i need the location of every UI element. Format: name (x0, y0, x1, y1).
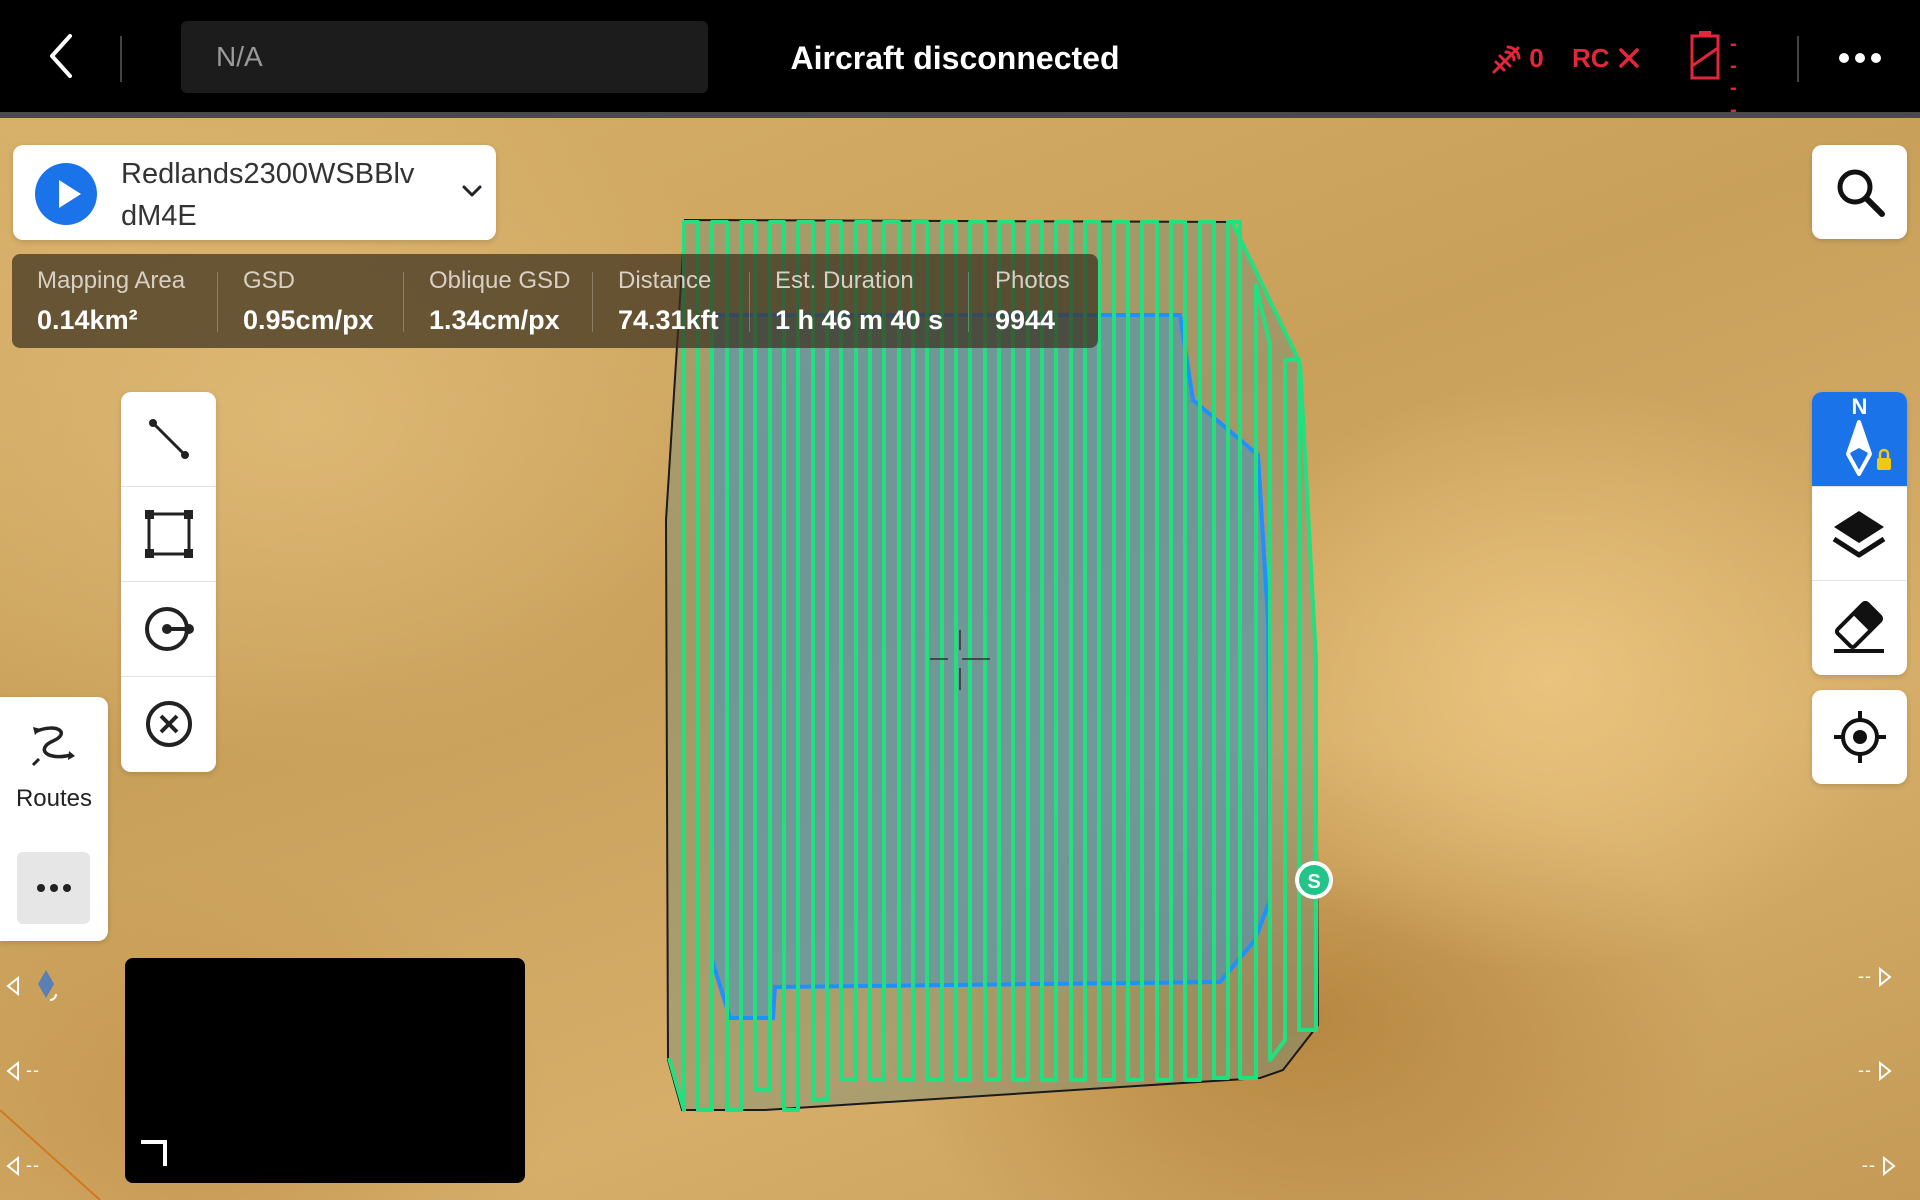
route-selector-card[interactable]: Redlands2300WSBBlv dM4E (13, 145, 496, 240)
line-tool-button[interactable] (121, 392, 216, 486)
clear-icon (145, 701, 192, 747)
edge-value: -- (1862, 1155, 1876, 1175)
back-button[interactable] (40, 30, 84, 82)
stat-oblique-gsd: Oblique GSD 1.34cm/px (429, 264, 570, 342)
stat-label: Distance (618, 267, 712, 294)
compass-north-lock-button[interactable]: N (1812, 392, 1907, 486)
chevron-down-icon (462, 185, 482, 197)
edge-value: -- (26, 1155, 41, 1175)
left-edge-indicator: -- (6, 1060, 41, 1082)
location-search-field[interactable]: N/A (181, 21, 708, 93)
left-edge-indicator (6, 966, 66, 1006)
stat-photos: Photos 9944 (995, 264, 1070, 342)
line-tool-icon (148, 419, 189, 459)
right-edge-indicator: -- (1858, 1060, 1892, 1082)
caret-right-icon (1883, 1156, 1896, 1177)
camera-preview[interactable] (125, 958, 525, 1183)
stat-value: 9944 (995, 305, 1056, 335)
play-route-button[interactable] (35, 163, 97, 225)
stat-value: 1.34cm/px (429, 305, 560, 335)
edge-value: -- (1858, 966, 1872, 986)
area-tool-button[interactable] (121, 487, 216, 581)
point-tool-icon (144, 607, 194, 651)
back-arrow-icon (50, 34, 72, 78)
routes-button[interactable]: Routes (0, 697, 108, 827)
routes-icon (31, 726, 75, 767)
divider (120, 36, 122, 82)
caret-right-icon (1879, 1061, 1892, 1082)
area-tool-icon (144, 510, 193, 558)
more-menu-button[interactable] (1838, 40, 1882, 76)
map-controls-panel: N (1812, 392, 1907, 675)
play-icon (59, 180, 81, 208)
drawing-tools-panel (121, 392, 216, 772)
right-edge-indicator: -- (1858, 966, 1892, 988)
stat-label: Photos (995, 267, 1070, 294)
search-icon (1837, 169, 1885, 217)
stat-label: Mapping Area (37, 267, 186, 294)
stat-est-duration: Est. Duration 1 h 46 m 40 s (775, 264, 943, 342)
locate-icon (1833, 711, 1886, 763)
clear-button[interactable] (121, 677, 216, 771)
layers-icon (1832, 511, 1886, 558)
edge-value: -- (26, 1060, 41, 1080)
aircraft-marker-icon (38, 970, 58, 1001)
stat-value: 74.31kft (618, 305, 719, 335)
caret-left-icon (6, 1156, 19, 1177)
divider (749, 272, 750, 332)
battery-level-secondary: -- (1730, 55, 1739, 121)
divider (592, 272, 593, 332)
stat-value: 0.14km² (37, 305, 138, 335)
more-horizontal-icon (37, 884, 71, 892)
rc-disconnected-icon (1619, 48, 1639, 68)
stat-mapping-area: Mapping Area 0.14km² (37, 264, 185, 342)
route-name: Redlands2300WSBBlv dM4E (121, 158, 415, 232)
map-layers-button[interactable] (1812, 487, 1907, 581)
routes-label: Routes (15, 785, 93, 812)
routes-panel: Routes (0, 697, 108, 941)
eraser-icon (1834, 600, 1884, 653)
divider (1812, 486, 1907, 487)
search-button[interactable] (1812, 145, 1907, 239)
eraser-button[interactable] (1812, 581, 1907, 675)
battery-icon (1690, 31, 1720, 80)
start-point-label: S (1307, 871, 1320, 893)
left-edge-indicator: -- (6, 1155, 41, 1177)
locate-button[interactable] (1812, 690, 1907, 784)
point-tool-button[interactable] (121, 582, 216, 676)
divider (968, 272, 969, 332)
rc-label: RC (1572, 43, 1610, 73)
expand-corner-icon (141, 1140, 167, 1166)
stat-gsd: GSD 0.95cm/px (243, 264, 374, 342)
edge-value: -- (1858, 1060, 1872, 1080)
right-edge-indicator: -- (1862, 1155, 1896, 1177)
stat-label: GSD (243, 267, 296, 294)
routes-more-button[interactable] (17, 852, 90, 924)
compass-north-label: N (1851, 394, 1868, 419)
divider (1797, 36, 1799, 82)
caret-left-icon (6, 975, 19, 997)
satellite-off-icon (1492, 45, 1521, 74)
stat-label: Oblique GSD (429, 267, 571, 294)
top-bar: N/A Aircraft disconnected 0 RC -- -- (0, 0, 1920, 121)
stat-value: 1 h 46 m 40 s (775, 305, 944, 335)
satellite-count: 0 (1529, 43, 1544, 73)
divider (217, 272, 218, 332)
stat-label: Est. Duration (775, 267, 914, 294)
route-dropdown-button[interactable] (458, 177, 486, 205)
rc-status[interactable]: RC (1572, 36, 1641, 80)
caret-right-icon (1879, 967, 1892, 988)
divider (403, 272, 404, 332)
connection-status-title: Aircraft disconnected (790, 40, 1120, 76)
stat-distance: Distance 74.31kft (618, 264, 719, 342)
satellite-status[interactable]: 0 (1490, 36, 1544, 80)
mission-stats-bar: Mapping Area 0.14km² GSD 0.95cm/px Obliq… (12, 254, 1098, 348)
stat-value: 0.95cm/px (243, 305, 374, 335)
battery-status[interactable]: -- -- (1688, 30, 1737, 121)
more-horizontal-icon (1839, 53, 1881, 63)
caret-left-icon (6, 1061, 19, 1082)
